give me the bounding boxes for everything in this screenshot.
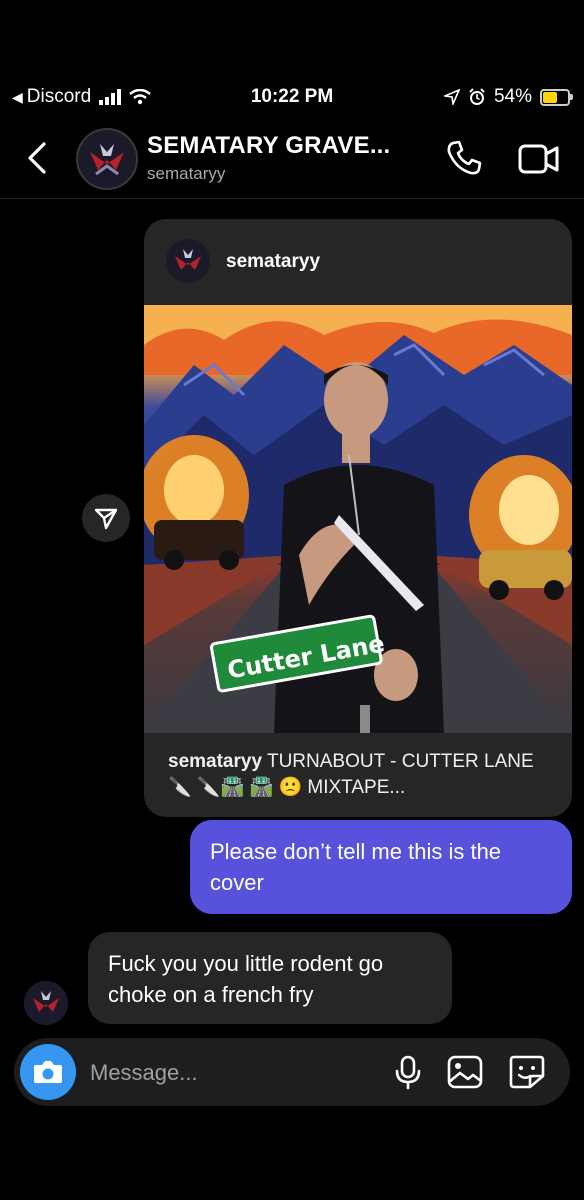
- post-author-picture: [166, 239, 210, 283]
- shared-post-card[interactable]: semataryy Cutter Lane semataryy TURNABOU…: [144, 219, 572, 817]
- avatar[interactable]: [76, 128, 138, 190]
- post-caption: semataryy TURNABOUT - CUTTER LANE 🔪 🔪🛣️ …: [168, 749, 548, 801]
- sent-message-bubble[interactable]: Please don’t tell me this is the cover: [190, 820, 572, 914]
- message-input[interactable]: [88, 1038, 382, 1108]
- chat-header: SEMATARY GRAVE... semataryy: [0, 120, 584, 199]
- post-image[interactable]: Cutter Lane: [144, 305, 572, 733]
- post-author-username[interactable]: semataryy: [226, 251, 320, 273]
- microphone-icon: [395, 1055, 421, 1090]
- received-message-bubble[interactable]: Fuck you you little rodent go choke on a…: [88, 932, 452, 1024]
- sender-picture: [24, 981, 68, 1025]
- message-composer: [14, 1038, 570, 1108]
- battery-icon: [540, 88, 573, 106]
- back-button[interactable]: [22, 138, 52, 178]
- camera-button[interactable]: [20, 1044, 76, 1100]
- chat-username: semataryy: [147, 164, 226, 183]
- video-call-button[interactable]: [518, 140, 560, 178]
- profile-picture: [78, 130, 136, 188]
- camera-icon: [34, 1061, 62, 1083]
- phone-icon: [447, 140, 482, 175]
- battery-percent: 54%: [493, 86, 532, 107]
- caption-username: semataryy: [168, 751, 263, 772]
- share-icon: [94, 508, 118, 530]
- gallery-icon: [447, 1055, 483, 1089]
- status-bar: ◀ Discord 10:22 PM 54%: [0, 78, 584, 118]
- chevron-left-icon: [28, 142, 46, 174]
- status-right: 54%: [443, 86, 573, 108]
- location-arrow-icon: [443, 89, 460, 105]
- sticker-icon: [509, 1055, 545, 1089]
- alarm-icon: [469, 88, 485, 105]
- voice-message-button[interactable]: [390, 1054, 426, 1090]
- video-camera-icon: [518, 144, 559, 174]
- audio-call-button[interactable]: [444, 138, 484, 178]
- mixtape-cover-art: [144, 305, 572, 733]
- gallery-button[interactable]: [446, 1054, 484, 1090]
- sticker-button[interactable]: [508, 1054, 546, 1090]
- sender-avatar[interactable]: [24, 981, 68, 1025]
- post-author-avatar[interactable]: [166, 239, 210, 283]
- share-button[interactable]: [82, 494, 130, 542]
- chat-title[interactable]: SEMATARY GRAVE...: [147, 132, 390, 160]
